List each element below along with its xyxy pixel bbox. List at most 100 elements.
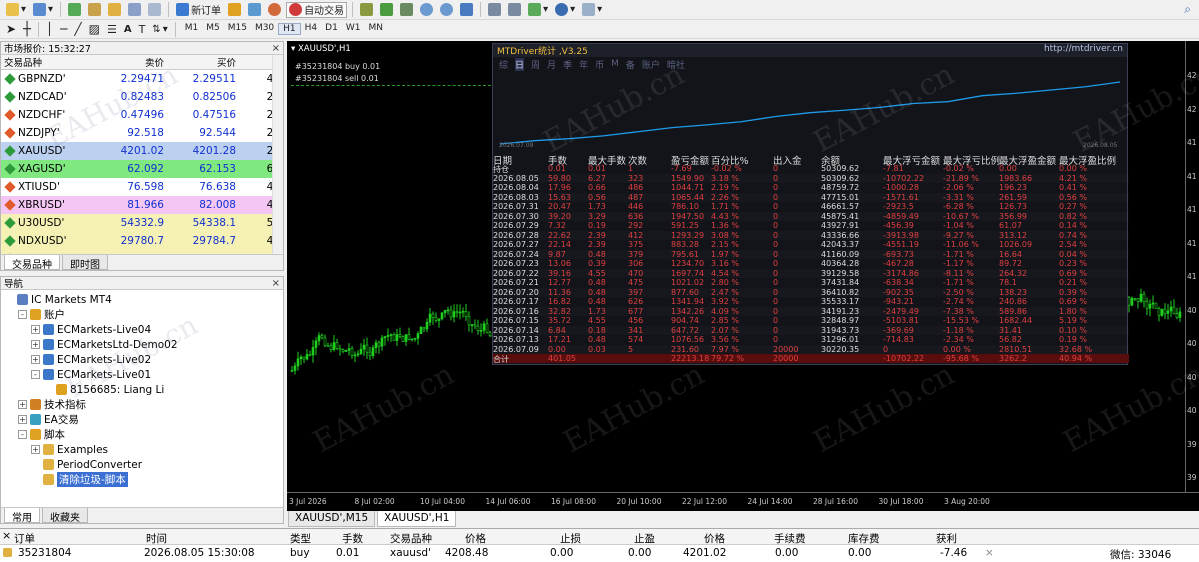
expand-icon[interactable]: + — [18, 415, 27, 424]
orders-col[interactable]: 库存费 — [848, 531, 880, 546]
line-chart-button[interactable] — [398, 2, 415, 18]
col-ask[interactable]: 买价 — [167, 55, 239, 70]
nav-item[interactable]: + EA交易 — [5, 412, 283, 427]
expand-icon[interactable]: + — [18, 400, 27, 409]
bar-chart-button[interactable] — [358, 2, 375, 18]
tf-m1[interactable]: M1 — [181, 23, 203, 35]
stats-url[interactable]: http://mtdriver.cn — [1044, 44, 1123, 57]
close-icon[interactable]: × — [272, 278, 280, 289]
nav-item[interactable]: 清除垃圾-脚本 — [5, 472, 283, 487]
market-watch-scrollbar[interactable] — [272, 55, 283, 254]
tf-m30[interactable]: M30 — [251, 23, 278, 35]
orders-col[interactable]: 交易品种 — [390, 531, 432, 546]
tf-h4[interactable]: H4 — [301, 23, 322, 35]
orders-col[interactable]: 价格 — [704, 531, 725, 546]
stats-tab[interactable]: 币 — [595, 58, 604, 71]
market-row[interactable]: U30USD'54332.954338.152 — [1, 213, 283, 232]
orders-col[interactable]: 订单 — [14, 531, 35, 546]
tile-windows-button[interactable] — [458, 2, 475, 18]
metaeditor-button[interactable] — [226, 2, 243, 18]
chart-shift-button[interactable] — [486, 2, 503, 18]
close-icon[interactable]: × — [2, 529, 11, 542]
expand-icon[interactable]: + — [31, 340, 40, 349]
new-order-button[interactable]: 新订单 — [174, 2, 223, 18]
market-watch-button[interactable] — [66, 2, 83, 18]
channel-button[interactable]: ▨ — [87, 21, 102, 37]
expand-icon[interactable]: + — [31, 325, 40, 334]
tab-tick-chart[interactable]: 即时图 — [62, 255, 108, 270]
col-symbol[interactable]: 交易品种 — [1, 55, 83, 70]
zoom-out-button[interactable] — [438, 2, 455, 18]
orders-col[interactable]: 获利 — [936, 531, 957, 546]
close-icon[interactable]: × — [272, 43, 280, 54]
orders-col[interactable]: 时间 — [146, 531, 167, 546]
orders-col[interactable]: 止损 — [560, 531, 581, 546]
tab-chart-h1[interactable]: XAUUSD',H1 — [377, 511, 457, 527]
arrows-button[interactable]: ⇅ ▾ — [150, 21, 169, 37]
search-button[interactable]: ⌕ — [1182, 2, 1193, 18]
stats-tab[interactable]: M — [611, 59, 619, 69]
vertical-line-button[interactable]: │ — [44, 21, 55, 37]
tf-m5[interactable]: M5 — [202, 23, 224, 35]
collapse-icon[interactable]: - — [18, 430, 27, 439]
orders-col[interactable]: 手续费 — [774, 531, 806, 546]
tab-common[interactable]: 常用 — [4, 508, 40, 523]
tab-chart-m15[interactable]: XAUUSD',M15 — [288, 511, 376, 527]
collapse-icon[interactable]: - — [18, 310, 27, 319]
trendline-button[interactable]: ╱ — [72, 21, 83, 37]
stats-tab[interactable]: 备 — [626, 58, 635, 71]
zoom-in-button[interactable] — [418, 2, 435, 18]
autoscroll-button[interactable] — [506, 2, 523, 18]
market-row[interactable]: XBRUSD'81.96682.00842 — [1, 195, 283, 214]
orders-col[interactable]: 止盈 — [634, 531, 655, 546]
indicators-button[interactable]: ▾ — [526, 2, 550, 18]
expand-icon[interactable]: + — [31, 355, 40, 364]
profiles-button[interactable]: ▾ — [31, 2, 55, 18]
auto-trading-button[interactable]: 自动交易 — [286, 1, 348, 18]
stats-tab[interactable]: 日 — [515, 57, 525, 71]
text-label-button[interactable]: T — [137, 21, 148, 37]
market-row[interactable]: NDXUSD'29780.729784.740 — [1, 231, 283, 250]
text-button[interactable]: A — [122, 21, 134, 37]
nav-item[interactable]: 8156685: Liang Li — [5, 382, 283, 397]
tf-h1[interactable]: H1 — [278, 23, 301, 35]
stats-tab[interactable]: 季 — [563, 58, 572, 71]
periods-button[interactable]: ▾ — [553, 2, 577, 18]
navigator-button[interactable] — [106, 2, 123, 18]
email-button[interactable] — [246, 2, 263, 18]
nav-item[interactable]: PeriodConverter — [5, 457, 283, 472]
terminal-button[interactable] — [126, 2, 143, 18]
market-row[interactable]: XAUUSD'4201.024201.2826 — [1, 141, 283, 160]
tf-m15[interactable]: M15 — [224, 23, 251, 35]
tf-d1[interactable]: D1 — [321, 23, 342, 35]
orders-col[interactable]: 类型 — [290, 531, 311, 546]
tf-mn[interactable]: MN — [364, 23, 387, 35]
data-window-button[interactable] — [86, 2, 103, 18]
crosshair-button[interactable]: ┼ — [21, 21, 33, 37]
tf-w1[interactable]: W1 — [342, 23, 365, 35]
nav-item[interactable]: - 脚本 — [5, 427, 283, 442]
stats-tab[interactable]: 周 — [531, 58, 540, 71]
tab-symbols[interactable]: 交易品种 — [4, 255, 60, 270]
candlestick-button[interactable] — [378, 2, 395, 18]
price-chart[interactable]: ▾ XAUUSD',H1 #35231804 buy 0.01 #3523180… — [287, 41, 1199, 511]
orders-col[interactable]: 价格 — [465, 531, 486, 546]
cursor-button[interactable]: ➤ — [4, 21, 18, 37]
new-chart-button[interactable]: ▾ — [4, 2, 28, 18]
expand-icon[interactable]: + — [31, 445, 40, 454]
market-row[interactable]: XAGUSD'62.09262.15361 — [1, 159, 283, 178]
stats-tab[interactable]: 月 — [547, 58, 556, 71]
horizontal-line-button[interactable]: ─ — [58, 21, 69, 37]
delete-order-icon[interactable]: × — [985, 547, 994, 559]
fibonacci-button[interactable]: ☰ — [105, 21, 119, 37]
collapse-icon[interactable]: - — [31, 370, 40, 379]
tester-button[interactable] — [146, 2, 163, 18]
nav-item[interactable]: - ECMarkets-Live01 — [5, 367, 283, 382]
order-row[interactable]: 35231804 2026.08.05 15:30:08 buy 0.01 xauusd… — [0, 545, 1199, 561]
orders-col[interactable]: 手数 — [342, 531, 363, 546]
market-row[interactable]: XTIUSD'76.59876.63840 — [1, 177, 283, 196]
tab-favorites[interactable]: 收藏夹 — [42, 508, 88, 523]
templates-button[interactable]: ▾ — [580, 2, 604, 18]
nav-item[interactable]: + Examples — [5, 442, 283, 457]
stats-tab[interactable]: 年 — [579, 58, 588, 71]
